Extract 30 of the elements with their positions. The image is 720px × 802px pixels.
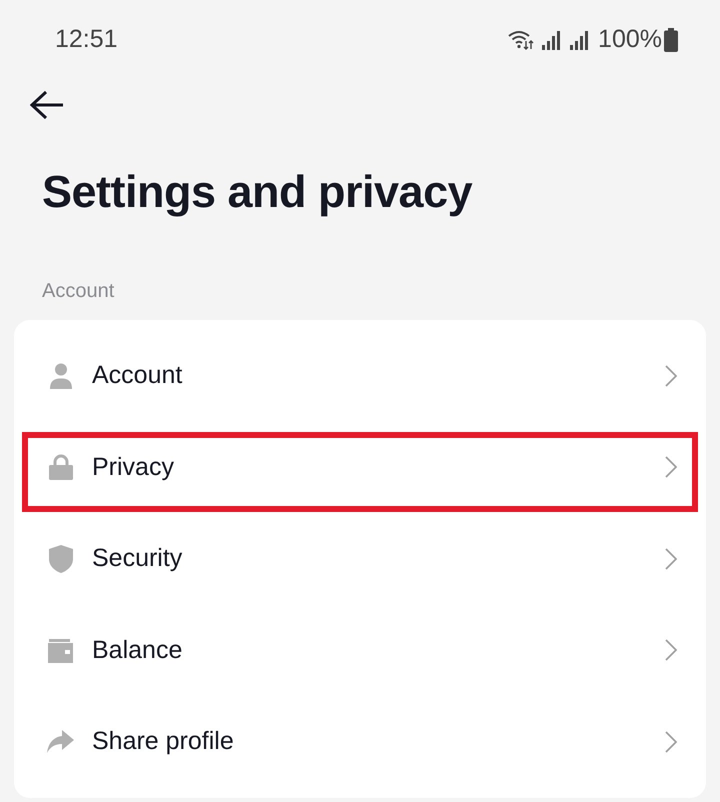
section-label: Account: [41, 279, 116, 304]
row-label: Account: [92, 360, 184, 391]
page-title: Settings and privacy: [41, 165, 474, 219]
battery-percentage: 100%: [598, 24, 662, 56]
chevron-right-icon: [665, 730, 677, 753]
settings-row[interactable]: Privacy: [14, 422, 706, 513]
wifi-icon: [508, 30, 534, 50]
signal-bars-icon: [542, 30, 562, 50]
back-button[interactable]: [30, 90, 64, 120]
battery-icon: [664, 28, 678, 52]
lock-icon: [48, 454, 72, 480]
row-label: Balance: [92, 634, 184, 666]
row-label: Security: [92, 543, 184, 574]
back-arrow-icon: [30, 90, 64, 120]
settings-row[interactable]: Account: [14, 330, 706, 422]
chevron-right-icon: [665, 364, 677, 387]
settings-row[interactable]: Balance: [14, 604, 706, 696]
chevron-right-icon: [665, 456, 677, 478]
status-time: 12:51: [55, 24, 118, 56]
row-label: Privacy: [92, 452, 175, 482]
signal-bars-icon: [570, 30, 590, 50]
chevron-right-icon: [665, 639, 677, 662]
settings-row[interactable]: Security: [14, 513, 706, 604]
wallet-icon: [48, 638, 73, 663]
settings-row[interactable]: Share profile: [14, 696, 706, 788]
chevron-right-icon: [665, 548, 677, 570]
shield-icon: [48, 544, 72, 573]
row-label: Share profile: [92, 726, 235, 757]
person-icon: [48, 362, 72, 389]
share-arrow-icon: [47, 730, 74, 754]
